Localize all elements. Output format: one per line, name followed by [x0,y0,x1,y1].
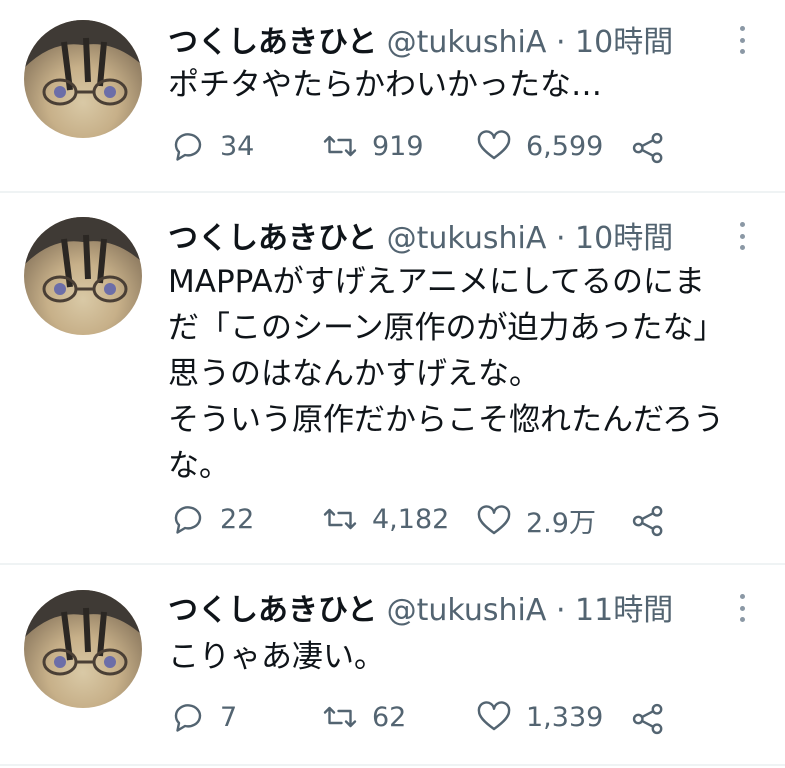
tweet[interactable]: つくしあきひと @tukushiA · 10時間 MAPPAがすげえアニメにして… [0,193,785,563]
like-count: 2.9万 [526,508,596,539]
separator-dot: · [555,25,566,60]
like-button[interactable]: 1,339 [476,699,603,735]
tweet-text: こりゃあ凄い。 [168,639,385,675]
heart-icon [477,701,511,731]
timestamp[interactable]: 11時間 [575,593,673,628]
tweet[interactable]: つくしあきひと @tukushiA · 11時間 こりゃあ凄い。 7 62 1,… [0,565,785,768]
tweet[interactable]: つくしあきひと @tukushiA · 10時間 ポチタやたらかわいかったな… … [0,0,785,192]
like-count: 1,339 [526,701,604,733]
tweet-actions: 22 4,182 2.9万 [0,501,785,541]
avatar[interactable] [24,20,142,138]
tweet-header: つくしあきひと @tukushiA · 10時間 [168,26,673,60]
more-dots-icon[interactable] [736,222,748,250]
timestamp[interactable]: 10時間 [575,25,673,60]
retweet-count: 919 [372,130,424,162]
retweet-icon [323,135,357,157]
reply-button[interactable]: 7 [170,699,237,735]
tweet-text: ポチタやたらかわいかったな… [168,67,602,103]
share-icon[interactable] [630,503,666,539]
retweet-button[interactable]: 4,182 [322,501,449,537]
share-icon[interactable] [630,130,666,166]
more-dots-icon[interactable] [736,26,748,54]
reply-icon [174,133,202,161]
retweet-button[interactable]: 919 [322,128,424,164]
separator-dot: · [555,221,566,256]
timeline: つくしあきひと @tukushiA · 10時間 ポチタやたらかわいかったな… … [0,0,785,768]
more-dots-icon[interactable] [736,594,748,622]
tweet-divider [0,764,785,766]
display-name[interactable]: つくしあきひと [168,593,377,628]
tweet-actions: 34 919 6,599 [0,128,785,168]
reply-button[interactable]: 22 [170,501,254,537]
tweet-actions: 7 62 1,339 [0,699,785,739]
timestamp[interactable]: 10時間 [575,221,673,256]
like-button[interactable]: 6,599 [476,128,603,164]
avatar[interactable] [24,217,142,335]
heart-icon [477,504,511,534]
display-name[interactable]: つくしあきひと [168,221,377,256]
share-icon[interactable] [630,701,666,737]
retweet-count: 62 [372,701,407,733]
user-handle[interactable]: @tukushiA [387,25,547,60]
reply-count: 7 [220,701,238,733]
retweet-button[interactable]: 62 [322,699,406,735]
like-button[interactable]: 2.9万 [476,501,596,540]
separator-dot: · [555,593,566,628]
retweet-icon [323,706,357,728]
reply-icon [174,704,202,732]
tweet-header: つくしあきひと @tukushiA · 11時間 [168,594,673,628]
reply-count: 34 [220,130,255,162]
retweet-icon [323,508,357,530]
tweet-text: MAPPAがすげえアニメにしてるのにま だ「このシーン原作のが迫力あったな」 思… [168,264,725,484]
avatar-glasses-face-icon [24,590,142,676]
avatar-glasses-face-icon [24,217,142,303]
reply-icon [174,506,202,534]
user-handle[interactable]: @tukushiA [387,593,547,628]
reply-button[interactable]: 34 [170,128,254,164]
tweet-header: つくしあきひと @tukushiA · 10時間 [168,222,673,256]
retweet-count: 4,182 [372,503,450,535]
like-count: 6,599 [526,130,604,162]
avatar[interactable] [24,590,142,708]
avatar-glasses-face-icon [24,20,142,106]
user-handle[interactable]: @tukushiA [387,221,547,256]
reply-count: 22 [220,503,255,535]
heart-icon [477,130,511,160]
display-name[interactable]: つくしあきひと [168,25,377,60]
